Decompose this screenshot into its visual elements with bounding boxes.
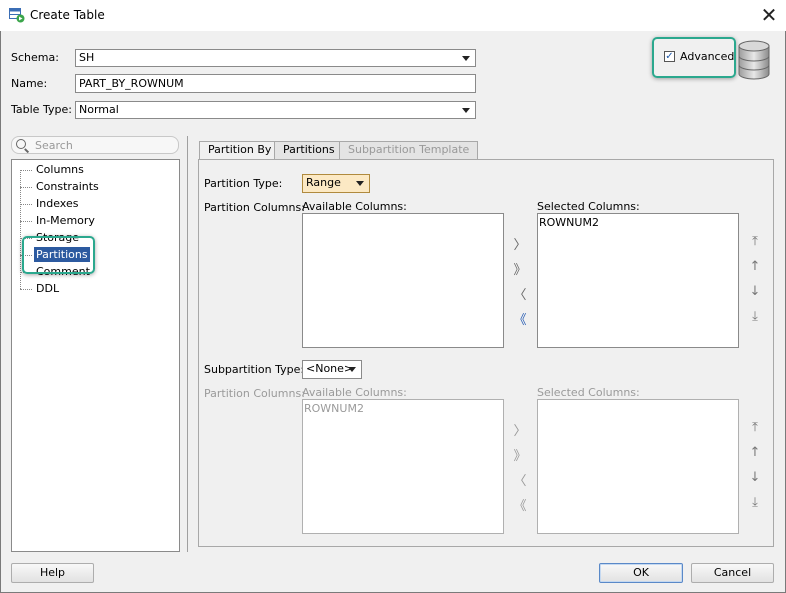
arrow-top-icon: ⤒ [752,420,758,435]
close-icon: ✕ [760,3,778,27]
navigation-tree: Columns Constraints Indexes In-Memory St… [11,159,180,552]
move-all-left-button[interactable]: 《 [511,309,529,328]
search-input[interactable]: Search [11,136,179,154]
tree-branch [20,204,32,205]
search-placeholder: Search [35,139,73,152]
nav-item-in-memory[interactable]: In-Memory [34,214,97,227]
nav-item-constraints[interactable]: Constraints [34,180,101,193]
tree-branch [20,170,32,171]
search-icon [16,139,26,149]
partitions-callout [22,236,95,274]
sub-selected-columns-list [537,399,739,534]
move-down-button[interactable]: ↓ [746,284,764,302]
double-chevron-left-icon: 《 [513,499,527,514]
name-label: Name: [11,77,48,90]
schema-value: SH [79,51,95,64]
database-icon [737,40,771,80]
selected-columns-label: Selected Columns: [537,200,640,213]
sub-available-columns-label: Available Columns: [302,386,407,399]
cancel-button[interactable]: Cancel [691,563,774,583]
arrow-down-icon: ↓ [749,470,761,485]
list-item[interactable]: ROWNUM2 [538,214,738,231]
title-bar: Create Table ✕ [0,0,786,31]
partition-type-label: Partition Type: [204,177,283,190]
sub-selected-columns-label: Selected Columns: [537,386,640,399]
arrow-bottom-icon: ⤓ [752,309,758,324]
schema-dropdown[interactable]: SH [75,49,476,67]
partition-columns-label: Partition Columns: [204,201,305,214]
move-right-button[interactable]: 〉 [511,234,529,253]
subpartition-type-dropdown[interactable]: <None> [302,360,362,379]
sub-move-right-button: 〉 [511,420,529,439]
move-left-button[interactable]: 〈 [511,284,529,303]
tree-branch [20,221,32,222]
arrow-down-icon: ↓ [749,284,761,299]
subpartition-type-value: <None> [306,362,354,375]
schema-label: Schema: [11,51,59,64]
name-field[interactable]: PART_BY_ROWNUM [75,74,476,93]
close-button[interactable]: ✕ [756,4,782,28]
help-button[interactable]: Help [11,563,94,583]
sub-move-left-button: 〈 [511,470,529,489]
subpartition-type-label: Subpartition Type: [204,363,305,376]
chevron-left-icon: 〈 [513,288,527,303]
arrow-top-icon: ⤒ [752,234,758,249]
sub-move-bottom-button: ⤓ [746,495,764,513]
table-type-dropdown[interactable]: Normal [75,101,476,119]
tree-branch [20,187,32,188]
sub-available-columns-list: ROWNUM2 [302,399,504,534]
splitter[interactable] [187,136,188,552]
chevron-down-icon [462,56,470,61]
table-type-label: Table Type: [11,103,72,116]
chevron-down-icon [348,367,356,372]
nav-item-ddl[interactable]: DDL [34,282,61,295]
chevron-down-icon [462,108,470,113]
tab-partitions[interactable]: Partitions [274,141,344,159]
advanced-label[interactable]: Advanced [680,50,734,63]
tab-subpartition-template: Subpartition Template [339,141,479,159]
double-chevron-left-icon: 《 [513,313,527,328]
available-columns-label: Available Columns: [302,200,407,213]
checkmark-icon: ✓ [665,51,674,62]
partition-type-value: Range [306,176,341,189]
double-chevron-right-icon: 》 [513,449,527,464]
selected-columns-list[interactable]: ROWNUM2 [537,213,739,348]
arrow-bottom-icon: ⤓ [752,495,758,510]
move-top-button[interactable]: ⤒ [746,234,764,252]
tree-branch [20,289,32,290]
subpartition-columns-label: Partition Columns: [204,387,305,400]
create-table-icon [9,8,25,23]
move-up-button[interactable]: ↑ [746,259,764,277]
double-chevron-right-icon: 》 [513,263,527,278]
available-columns-list[interactable] [302,213,504,348]
chevron-right-icon: 〉 [513,424,527,439]
arrow-up-icon: ↑ [749,259,761,274]
chevron-down-icon [356,181,364,186]
sub-move-top-button: ⤒ [746,420,764,438]
chevron-right-icon: 〉 [513,238,527,253]
sub-move-all-right-button: 》 [511,445,529,464]
ok-button[interactable]: OK [599,563,683,583]
sub-move-up-button: ↑ [746,445,764,463]
sub-move-down-button: ↓ [746,470,764,488]
table-type-value: Normal [79,103,119,116]
arrow-up-icon: ↑ [749,445,761,460]
window-title: Create Table [30,8,105,22]
move-bottom-button[interactable]: ⤓ [746,309,764,327]
tab-partition-by[interactable]: Partition By [199,141,281,160]
sub-move-all-left-button: 《 [511,495,529,514]
partition-type-dropdown[interactable]: Range [302,174,370,193]
move-all-right-button[interactable]: 》 [511,259,529,278]
advanced-checkbox[interactable]: ✓ [664,51,675,62]
nav-item-indexes[interactable]: Indexes [34,197,80,210]
list-item: ROWNUM2 [304,402,364,415]
chevron-left-icon: 〈 [513,474,527,489]
nav-item-columns[interactable]: Columns [34,163,86,176]
